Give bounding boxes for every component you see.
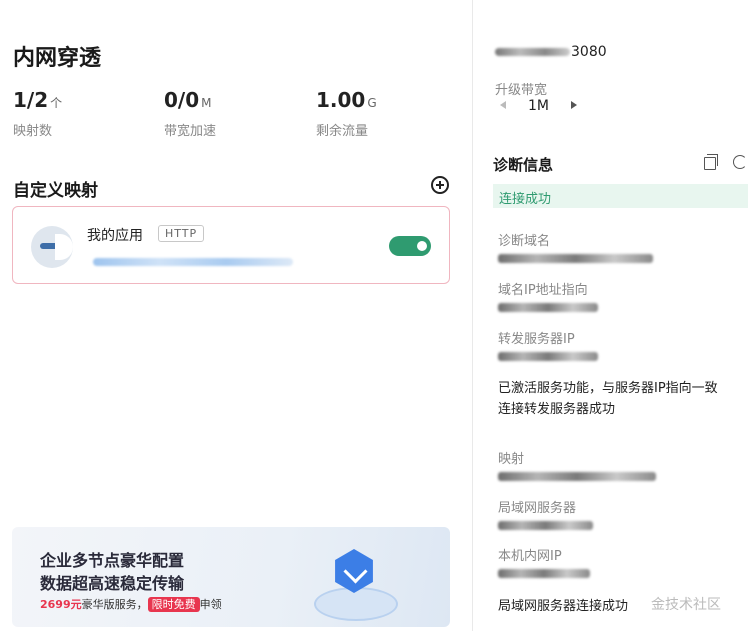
upgrade-bandwidth-label: 升级带宽 [495,83,548,98]
bandwidth-increase-arrow-icon[interactable] [571,101,577,109]
refresh-icon[interactable] [733,155,747,169]
bandwidth-value: 1M [528,98,549,114]
lan-server-label: 局域网服务器 [498,501,577,516]
stat-bandwidth: 0/0 M 带宽加速 [164,88,216,139]
banner-service-text: 豪华版服务， [81,598,148,611]
app-name: 我的应用 [87,228,143,244]
stat-mapping-count: 1/2 个 映射数 [13,88,62,139]
main-panel: 内网穿透 1/2 个 映射数 0/0 M 带宽加速 1.00 G 剩余流量 自定义映射… [0,0,473,631]
stat-value: 1/2 [13,88,49,112]
banner-line2: 数据超高速稳定传输 [40,574,185,593]
app-address-redacted [93,258,293,266]
diag-message: 连接转发服务器成功 [498,402,616,417]
add-mapping-plus-icon[interactable] [431,176,449,194]
banner-illustration-icon [304,537,404,627]
stat-remaining-traffic: 1.00 G 剩余流量 [316,88,377,139]
bandwidth-decrease-arrow-icon[interactable] [500,101,506,109]
stat-label: 剩余流量 [316,124,369,139]
mapping-value-redacted [498,472,656,481]
forward-server-ip-label: 转发服务器IP [498,332,575,347]
diag-message: 已激活服务功能，与服务器IP指向一致 [498,381,718,396]
app-enable-toggle[interactable] [389,236,431,256]
banner-hexagon-shape [335,549,373,593]
watermark: 金技术社区 [651,597,721,613]
banner-line1: 企业多节点豪华配置 [40,551,185,570]
custom-mapping-title: 自定义映射 [13,181,98,201]
ip-port-suffix: 3080 [571,44,607,60]
ip-address-redacted [495,48,570,56]
connection-status-text: 连接成功 [499,192,552,207]
app-logo-icon [31,226,73,268]
stat-value: 0/0 [164,88,200,112]
lan-server-value-redacted [498,521,593,530]
diagnosis-title: 诊断信息 [493,156,554,174]
banner-disc-shape [314,587,398,621]
diag-domain-label: 诊断域名 [498,234,551,249]
domain-ip-label: 域名IP地址指向 [498,283,588,298]
banner-claim-text: 申领 [199,598,222,611]
mapping-card[interactable]: 我的应用 HTTP [12,206,450,284]
lan-connection-message: 局域网服务器连接成功 [498,599,629,614]
stat-unit: G [367,96,377,110]
banner-offer: 2699元豪华版服务， 限时免费 申领 [40,596,222,612]
domain-ip-value-redacted [498,303,598,312]
local-lan-ip-label: 本机内网IP [498,549,562,564]
stat-unit: 个 [50,96,63,110]
stat-label: 映射数 [13,124,53,139]
copy-icon[interactable] [704,154,718,170]
detail-panel: 3080 升级带宽 1M 诊断信息 连接成功 诊断域名 域名IP地址指向 转发服… [473,0,748,631]
local-lan-ip-value-redacted [498,569,590,578]
connection-status-bar: 连接成功 [493,184,748,208]
diag-domain-value-redacted [498,254,653,263]
banner-price: 2699元 [40,598,82,611]
stat-unit: M [201,96,212,110]
page-title: 内网穿透 [13,46,102,71]
protocol-badge: HTTP [158,225,205,242]
mapping-label: 映射 [498,452,525,467]
forward-server-ip-value-redacted [498,352,598,361]
stat-value: 1.00 [316,88,366,112]
promo-banner[interactable]: 企业多节点豪华配置 数据超高速稳定传输 2699元豪华版服务， 限时免费 申领 [12,527,450,627]
limited-free-badge: 限时免费 [147,597,200,612]
stat-label: 带宽加速 [164,124,217,139]
